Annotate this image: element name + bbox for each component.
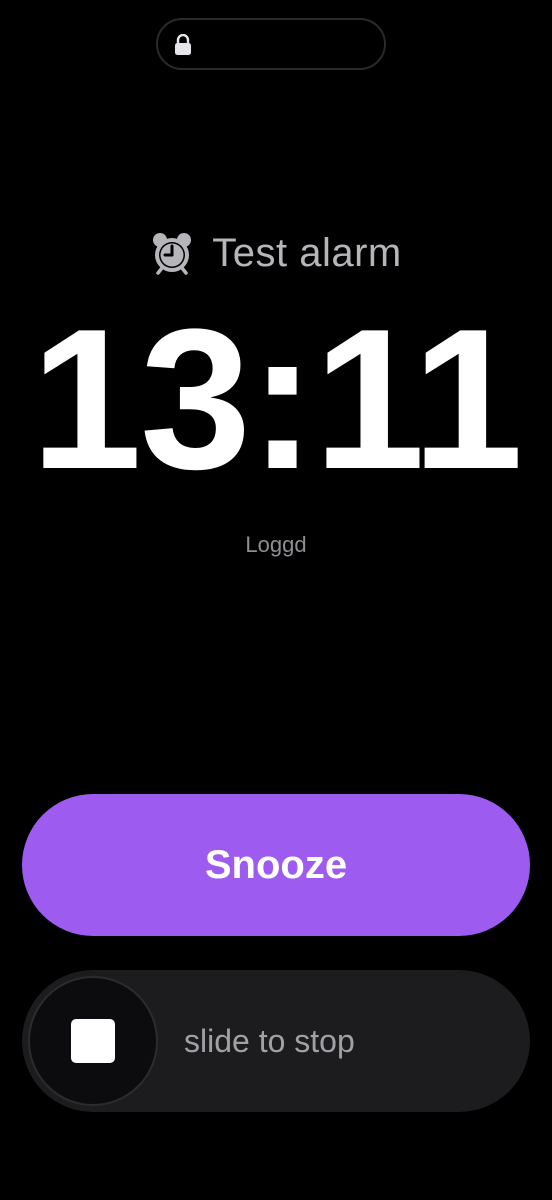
slide-to-stop-slider[interactable]: slide to stop xyxy=(22,970,530,1112)
dynamic-island xyxy=(156,18,386,70)
slide-to-stop-label: slide to stop xyxy=(184,1023,355,1059)
snooze-label: Snooze xyxy=(204,842,348,887)
snooze-button[interactable]: Snooze xyxy=(22,794,530,936)
slider-knob[interactable] xyxy=(28,976,158,1106)
alarm-time: 13:11 xyxy=(30,288,524,511)
alarm-header: Test alarm xyxy=(0,228,552,278)
alarm-clock-icon xyxy=(153,233,192,275)
stop-icon xyxy=(71,1019,115,1063)
lock-icon xyxy=(175,34,191,55)
alarm-subtitle: Loggd xyxy=(245,532,307,557)
alarm-label: Test alarm xyxy=(212,230,402,275)
